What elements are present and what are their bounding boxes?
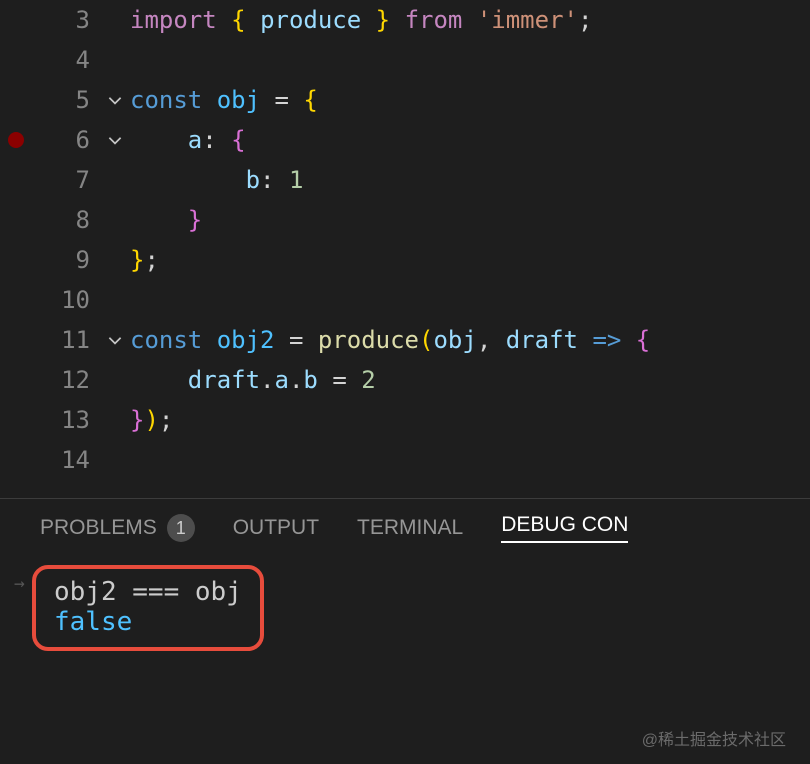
- code-content: draft.a.b = 2: [130, 366, 376, 394]
- code-line[interactable]: 5 const obj = {: [0, 80, 810, 120]
- highlight-box: obj2 === obj false: [32, 565, 264, 651]
- tab-debug-console[interactable]: DEBUG CON: [501, 513, 628, 543]
- code-line[interactable]: 4: [0, 40, 810, 80]
- line-number: 8: [0, 206, 100, 234]
- code-line[interactable]: 10: [0, 280, 810, 320]
- tab-problems[interactable]: PROBLEMS 1: [40, 514, 195, 542]
- line-number: 5: [0, 86, 100, 114]
- code-content: const obj2 = produce(obj, draft => {: [130, 326, 650, 354]
- line-number: 9: [0, 246, 100, 274]
- code-content: };: [130, 246, 159, 274]
- watermark: @稀土掘金技术社区: [642, 726, 786, 750]
- tab-label: OUTPUT: [233, 516, 319, 540]
- console-expression: obj2 === obj: [54, 577, 242, 607]
- code-line[interactable]: 8 }: [0, 200, 810, 240]
- code-editor[interactable]: 3 import { produce } from 'immer'; 4 5 c…: [0, 0, 810, 480]
- code-line[interactable]: 11 const obj2 = produce(obj, draft => {: [0, 320, 810, 360]
- code-content: b: 1: [130, 166, 303, 194]
- line-number: 7: [0, 166, 100, 194]
- code-content: const obj = {: [130, 86, 318, 114]
- line-number: 14: [0, 446, 100, 474]
- code-line[interactable]: 12 draft.a.b = 2: [0, 360, 810, 400]
- tab-label: DEBUG CON: [501, 513, 628, 537]
- code-content: import { produce } from 'immer';: [130, 6, 592, 34]
- line-number: 3: [0, 6, 100, 34]
- line-number: 12: [0, 366, 100, 394]
- code-line[interactable]: 9 };: [0, 240, 810, 280]
- chevron-down-icon[interactable]: [100, 331, 130, 349]
- breakpoint-icon[interactable]: [8, 132, 24, 148]
- chevron-down-icon[interactable]: [100, 131, 130, 149]
- line-number: 6: [0, 126, 100, 154]
- prompt-icon: →: [14, 573, 25, 594]
- code-line[interactable]: 3 import { produce } from 'immer';: [0, 0, 810, 40]
- code-content: a: {: [130, 126, 246, 154]
- tab-terminal[interactable]: TERMINAL: [357, 516, 463, 540]
- panel-tabs: PROBLEMS 1 OUTPUT TERMINAL DEBUG CON: [0, 499, 810, 553]
- line-number: 11: [0, 326, 100, 354]
- chevron-down-icon[interactable]: [100, 91, 130, 109]
- code-line[interactable]: 6 a: {: [0, 120, 810, 160]
- code-line[interactable]: 14: [0, 440, 810, 480]
- tab-label: TERMINAL: [357, 516, 463, 540]
- line-number: 10: [0, 286, 100, 314]
- line-number: 13: [0, 406, 100, 434]
- line-number: 4: [0, 46, 100, 74]
- code-content: });: [130, 406, 173, 434]
- tab-output[interactable]: OUTPUT: [233, 516, 319, 540]
- code-content: }: [130, 206, 202, 234]
- tab-label: PROBLEMS: [40, 516, 157, 540]
- code-line[interactable]: 13 });: [0, 400, 810, 440]
- problems-badge: 1: [167, 514, 195, 542]
- debug-console[interactable]: → obj2 === obj false: [0, 553, 810, 663]
- console-result: false: [54, 607, 242, 637]
- code-line[interactable]: 7 b: 1: [0, 160, 810, 200]
